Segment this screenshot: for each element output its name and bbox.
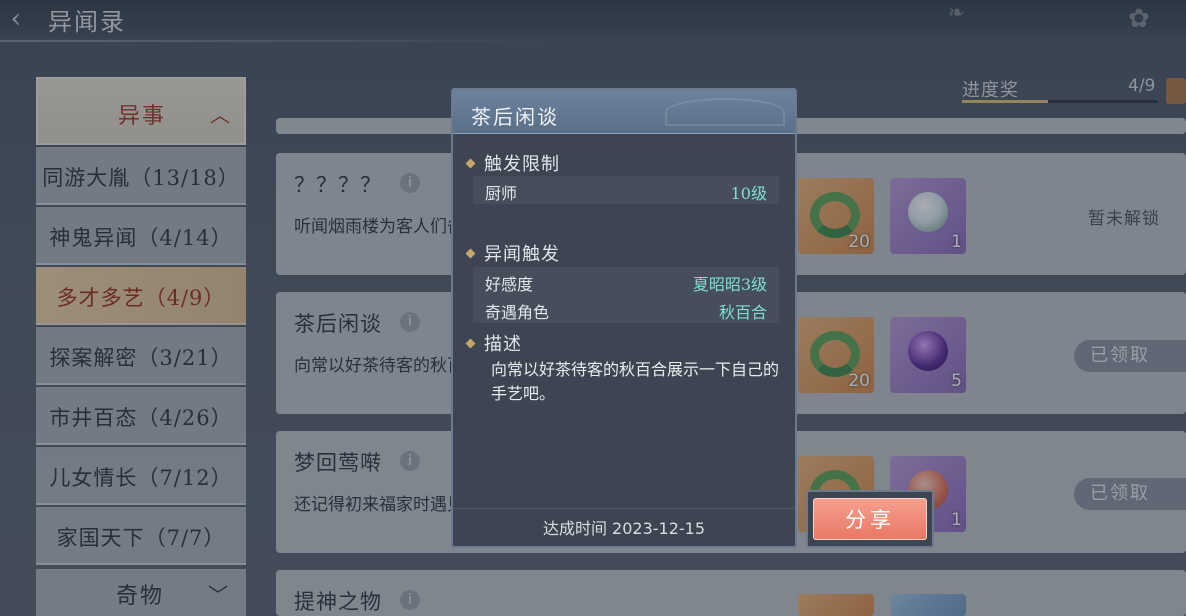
- section-event-trigger: 异闻触发: [465, 240, 560, 266]
- row-value: 秋百合: [718, 303, 767, 322]
- popup-description: 向常以好茶待客的秋百合展示一下自己的手艺吧。: [491, 360, 780, 403]
- info-row: 厨师 10级: [473, 176, 779, 204]
- row-key: 好感度: [485, 275, 534, 294]
- popup-header: 茶后闲谈: [453, 90, 795, 134]
- event-detail-popup: 茶后闲谈 触发限制 厨师 10级 异闻触发 好感度 夏昭昭3级 奇遇角色 秋百合…: [451, 88, 797, 548]
- section-description: 描述: [465, 330, 522, 356]
- row-value: 夏昭昭3级: [692, 275, 767, 294]
- diamond-bullet-icon: [465, 248, 476, 258]
- popup-title: 茶后闲谈: [471, 105, 559, 129]
- section-trigger-limit: 触发限制: [465, 150, 560, 176]
- row-key: 厨师: [485, 184, 518, 203]
- diamond-bullet-icon: [465, 338, 476, 348]
- diamond-bullet-icon: [465, 158, 476, 168]
- section-label: 异闻触发: [484, 244, 560, 265]
- info-row: 好感度 夏昭昭3级: [473, 267, 779, 295]
- completion-time: 达成时间 2023-12-15: [542, 519, 706, 538]
- row-value: 10级: [730, 184, 767, 203]
- section-label: 触发限制: [484, 154, 560, 175]
- section-label: 描述: [484, 334, 522, 355]
- row-key: 奇遇角色: [485, 303, 550, 322]
- divider: [453, 508, 795, 509]
- wave-decoration-icon: [665, 98, 785, 126]
- info-row: 奇遇角色 秋百合: [473, 295, 779, 323]
- share-button[interactable]: 分享: [813, 498, 927, 540]
